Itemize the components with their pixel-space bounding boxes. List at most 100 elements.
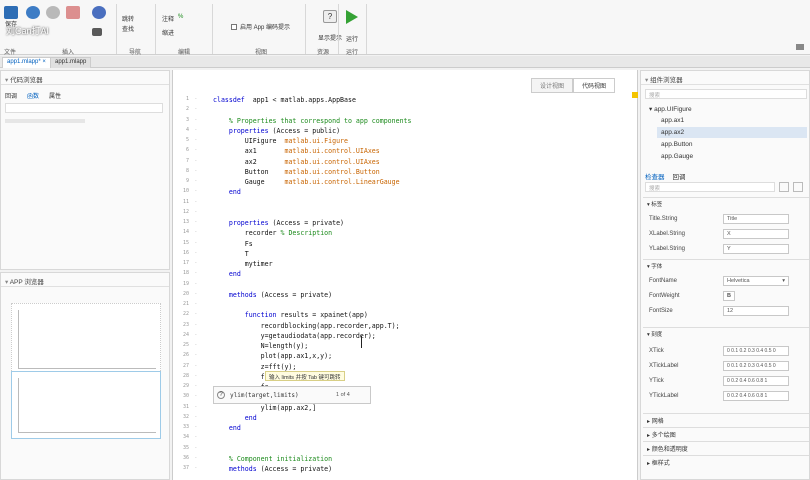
help-icon[interactable]: ? xyxy=(217,391,225,399)
title-string-field[interactable]: Title xyxy=(723,214,789,224)
line-number: 5 xyxy=(185,137,189,143)
layout-preview-ax2[interactable] xyxy=(11,371,161,439)
code-line[interactable]: % Properties that correspond to app comp… xyxy=(213,117,412,125)
tree-item-button[interactable]: app.Button xyxy=(661,141,692,148)
code-line[interactable]: plot(app.ax1,x,y); xyxy=(213,352,332,360)
tab-functions[interactable]: 函数 xyxy=(27,91,39,100)
section-grid[interactable]: ▸ 网格 xyxy=(643,413,809,425)
grid-view-icon[interactable] xyxy=(793,182,803,192)
app-layout-title: ▾ APP 浏览器 xyxy=(1,273,169,287)
code-line[interactable]: ylim(app.ax2,] xyxy=(213,404,317,412)
compare-button[interactable] xyxy=(26,6,40,19)
fold-marker: - xyxy=(195,270,197,277)
list-view-icon[interactable] xyxy=(779,182,789,192)
bold-toggle[interactable]: B xyxy=(723,291,735,301)
code-line[interactable]: T xyxy=(213,250,249,258)
xtick-field[interactable]: 0 0.1 0.2 0.3 0.4 0.5 0 xyxy=(723,346,789,356)
redo-button[interactable] xyxy=(66,6,80,19)
code-line[interactable]: function results = xpainet(app) xyxy=(213,311,368,319)
nav-goto[interactable]: 跳转 xyxy=(122,14,134,23)
fold-marker: - xyxy=(195,157,197,164)
code-browser-search[interactable] xyxy=(5,103,163,113)
code-line[interactable]: N=length(y); xyxy=(213,342,309,350)
code-line[interactable]: end xyxy=(213,424,241,432)
fold-marker: - xyxy=(195,290,197,297)
section-font[interactable]: ▾ 字体 xyxy=(643,259,809,270)
xlabel-string-field[interactable]: X xyxy=(723,229,789,239)
fold-marker: - xyxy=(195,383,197,389)
fontname-select[interactable]: Helvetica ▾ xyxy=(723,276,789,286)
tree-item-ax1[interactable]: app.ax1 xyxy=(661,117,684,124)
tab-inspector[interactable]: 检查器 xyxy=(645,171,665,181)
code-analyzer-indicator[interactable] xyxy=(632,92,638,98)
code-line[interactable]: Fs xyxy=(213,240,253,248)
code-line[interactable]: ax1 matlab.ui.control.UIAxes xyxy=(213,147,380,155)
code-line[interactable]: z=fft(y); xyxy=(213,363,297,371)
tab-app1[interactable]: app1.mlapp xyxy=(50,57,92,68)
app-button[interactable] xyxy=(92,28,102,36)
code-line[interactable]: properties (Access = private) xyxy=(213,219,344,227)
code-browser-tabs: 回调 函数 属性 xyxy=(5,91,61,100)
run-button[interactable]: 运行 xyxy=(346,10,358,43)
code-line[interactable]: methods (Access = private) xyxy=(213,291,332,299)
line-number: 2 xyxy=(185,106,189,113)
edit-comment[interactable]: 注释 xyxy=(162,14,174,23)
code-browser-list-item[interactable] xyxy=(5,119,85,123)
ylabel-string-field[interactable]: Y xyxy=(723,244,789,254)
code-view-tab[interactable]: 代码视图 xyxy=(573,78,616,93)
nav-find[interactable]: 查找 xyxy=(122,24,134,33)
code-token: Gauge xyxy=(213,178,285,186)
tab-properties[interactable]: 属性 xyxy=(49,91,61,100)
tree-item-gauge[interactable]: app.Gauge xyxy=(661,153,693,160)
inspector-search[interactable]: 搜索 xyxy=(645,182,775,192)
component-search[interactable]: 搜索 xyxy=(645,89,807,99)
close-icon[interactable]: × xyxy=(42,59,46,65)
code-line[interactable]: end xyxy=(213,270,241,278)
section-run: 运行 xyxy=(346,50,359,56)
ytick-field[interactable]: 0 0.2 0.4 0.6 0.8 1 xyxy=(723,376,789,386)
coding-tips-toggle[interactable]: 启用 App 编码提示 xyxy=(231,22,290,31)
tree-item-uifigure[interactable]: ▾ app.UIFigure xyxy=(649,105,692,113)
code-line[interactable]: Gauge matlab.ui.control.LinearGauge xyxy=(213,178,400,186)
section-labels[interactable]: ▾ 标签 xyxy=(643,197,809,208)
code-line[interactable]: recorder % Description xyxy=(213,229,332,237)
code-token: classdef xyxy=(213,96,245,104)
checkbox-icon[interactable] xyxy=(231,23,237,30)
design-view-tab[interactable]: 设计视图 xyxy=(531,78,574,93)
comment-button[interactable] xyxy=(92,6,106,19)
code-line[interactable]: end xyxy=(213,414,257,422)
collapse-icon[interactable] xyxy=(796,44,804,50)
code-line[interactable]: % Component initialization xyxy=(213,455,332,463)
signature-count[interactable]: 1 of 4 xyxy=(336,392,350,398)
code-line[interactable]: ax2 matlab.ui.control.UIAxes xyxy=(213,158,380,166)
section-ticks[interactable]: ▾ 刻度 xyxy=(643,327,809,338)
prop-ylabel-string: YLabel.String xyxy=(649,246,686,252)
code-line[interactable]: y=getaudiodata(app.recorder); xyxy=(213,332,376,340)
code-line[interactable]: end xyxy=(213,188,241,196)
tab-callbacks[interactable]: 回调 xyxy=(5,91,17,100)
code-line[interactable]: Button matlab.ui.control.Button xyxy=(213,168,380,176)
code-line[interactable]: properties (Access = public) xyxy=(213,127,340,135)
code-line[interactable]: mytimer xyxy=(213,260,273,268)
layout-preview-ax1[interactable] xyxy=(11,303,161,375)
fontsize-field[interactable]: 12 xyxy=(723,306,789,316)
section-color[interactable]: ▸ 颜色和透明度 xyxy=(643,441,809,453)
code-editor[interactable]: 设计视图 代码视图 1-2-3-4-5-6-7-8-9-10-11-12-13-… xyxy=(172,70,638,480)
autocomplete-popup: ? ylim(target,limits) 1 of 4 xyxy=(213,386,371,404)
undo-button[interactable] xyxy=(46,6,60,19)
xticklabel-field[interactable]: 0 0.1 0.2 0.3 0.4 0.5 0 xyxy=(723,361,789,371)
code-token: % Component initialization xyxy=(213,454,333,463)
section-multi-plot[interactable]: ▸ 多个绘图 xyxy=(643,427,809,439)
code-line[interactable]: UIFigure matlab.ui.Figure xyxy=(213,137,348,145)
code-line[interactable]: classdef app1 < matlab.apps.AppBase xyxy=(213,96,356,104)
tab-app1-modified[interactable]: app1.mlapp* × xyxy=(2,57,51,68)
code-line[interactable]: methods (Access = private) xyxy=(213,465,332,473)
edit-percent[interactable]: % xyxy=(178,14,183,20)
yticklabel-field[interactable]: 0 0.2 0.4 0.6 0.8 1 xyxy=(723,391,789,401)
tree-item-ax2[interactable]: app.ax2 xyxy=(657,127,807,138)
code-line[interactable]: recordblocking(app.recorder,app.T); xyxy=(213,322,400,330)
section-box[interactable]: ▸ 框样式 xyxy=(643,455,809,467)
tab-callbacks-inspector[interactable]: 回调 xyxy=(673,171,686,181)
edit-indent[interactable]: 缩进 xyxy=(162,28,174,37)
fold-marker: - xyxy=(195,188,197,195)
